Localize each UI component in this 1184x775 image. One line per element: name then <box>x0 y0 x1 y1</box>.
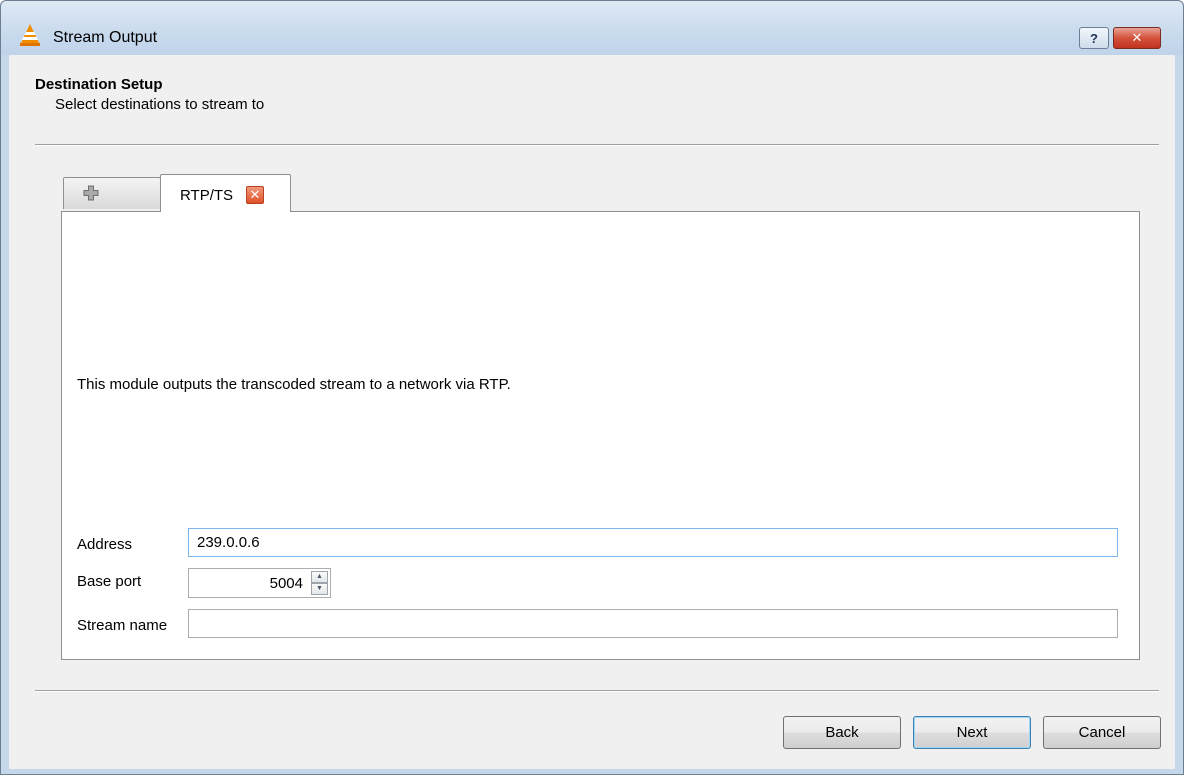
top-divider <box>35 144 1159 146</box>
stream-output-window: Stream Output ? ✕ Destination Setup Sele… <box>0 0 1184 775</box>
page-subtitle: Select destinations to stream to <box>55 96 265 113</box>
stream-name-label: Stream name <box>77 617 168 634</box>
module-description: This module outputs the transcoded strea… <box>77 376 511 393</box>
title-bar[interactable]: Stream Output ? ✕ <box>1 1 1183 55</box>
base-port-spinbox[interactable]: ▲ ▼ <box>188 568 331 598</box>
base-port-label: Base port <box>77 573 142 590</box>
page-title: Destination Setup <box>35 76 163 93</box>
bottom-divider <box>35 690 1159 692</box>
spin-up-icon[interactable]: ▲ <box>311 571 328 583</box>
base-port-input[interactable] <box>189 569 309 597</box>
close-icon[interactable]: ✕ <box>246 186 264 204</box>
spin-buttons: ▲ ▼ <box>311 571 328 595</box>
plus-icon <box>83 185 99 201</box>
next-button[interactable]: Next <box>913 716 1031 749</box>
rtp-ts-panel: This module outputs the transcoded strea… <box>61 211 1140 660</box>
tab-rtp-ts-label: RTP/TS <box>180 187 234 204</box>
help-button[interactable]: ? <box>1079 27 1109 49</box>
address-label: Address <box>77 536 133 553</box>
dialog-client-area: Destination Setup Select destinations to… <box>9 55 1175 769</box>
spin-down-icon[interactable]: ▼ <box>311 583 328 595</box>
tab-add-destination[interactable] <box>63 177 161 209</box>
cancel-button[interactable]: Cancel <box>1043 716 1161 749</box>
address-input[interactable] <box>188 528 1118 557</box>
window-title: Stream Output <box>53 29 158 46</box>
vlc-cone-icon <box>20 24 40 46</box>
stream-name-input[interactable] <box>188 609 1118 638</box>
tab-rtp-ts[interactable]: RTP/TS ✕ <box>160 174 291 212</box>
close-window-button[interactable]: ✕ <box>1113 27 1161 49</box>
back-button[interactable]: Back <box>783 716 901 749</box>
